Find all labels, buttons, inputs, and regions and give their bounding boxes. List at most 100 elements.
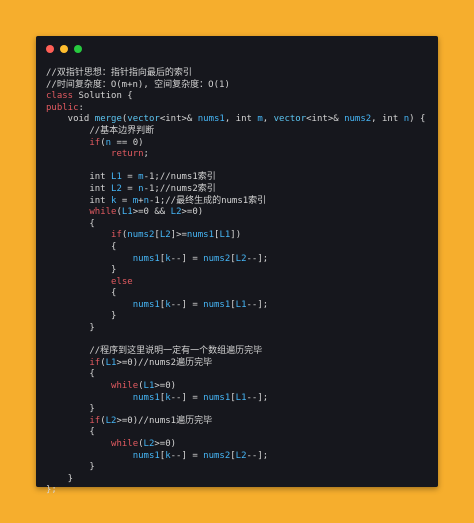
code-token: while [89,207,117,218]
code-token: else [111,276,133,287]
code-token: --] = [170,253,204,264]
code-token: ; [143,149,149,160]
code-token: { [46,427,95,438]
close-button[interactable] [46,45,54,53]
minimize-button[interactable] [60,45,68,53]
code-line: } [46,404,434,416]
code-token: if [89,357,101,368]
window-controls [46,45,82,53]
code-token: return [111,149,144,160]
code-token: nums1 [132,299,160,310]
code-token: , [262,114,274,125]
code-line: //时间复杂度：O(m+n), 空间复杂度：O(1) [46,80,434,92]
code-token: { [46,288,117,299]
code-line: } [46,311,434,323]
code-token: --]; [246,299,269,310]
code-token: L1 [121,207,133,218]
code-line: if(n == 0) [46,138,434,150]
code-line: { [46,288,434,300]
code-line: int L2 = n-1;//nums2索引 [46,184,434,196]
code-token: class [46,91,74,102]
code-token: void [46,114,95,125]
code-token: if [89,137,101,148]
code-token: nums1 [197,114,225,125]
code-token: == 0) [111,137,144,148]
code-token: -1;//nums1索引 [143,172,216,183]
code-token: ) { [409,114,426,125]
code-token: nums1 [132,450,160,461]
code-line: nums1[k--] = nums2[L2--]; [46,254,434,266]
code-token: if [111,230,122,241]
code-token: L2 [235,450,247,461]
code-line: if(nums2[L2]>=nums1[L1]) [46,230,434,242]
code-line: } [46,265,434,277]
code-window: //双指针思想：指针指向最后的索引 //时间复杂度：O(m+n), 空间复杂度：O… [36,36,438,495]
code-line: if(L1>=0)//nums2遍历完毕 [46,358,434,370]
code-token: int [46,183,112,194]
code-token: //程序到这里说明一定有一个数组遍历完毕 [46,346,263,357]
code-line: while(L1>=0) [46,381,434,393]
code-token: <int>& [159,114,198,125]
code-line: //双指针思想：指针指向最后的索引 [46,68,434,80]
code-token: L2 [105,415,117,426]
code-token: while [111,439,139,449]
code-token: { [46,369,95,380]
code-line: { [46,427,434,439]
code-token: ]>= [170,230,187,241]
maximize-button[interactable] [74,45,82,53]
code-line: class Solution { [46,91,434,103]
code-token: >=0)//nums1遍历完毕 [116,415,213,426]
code-token: int [46,172,112,183]
code-token: --]; [246,392,269,403]
code-line: int L1 = m-1;//nums1索引 [46,172,434,184]
code-line: nums1[k--] = nums1[L1--]; [46,393,434,405]
code-line: { [46,219,434,231]
code-token: --] = [170,299,204,310]
code-token: nums2 [127,230,155,241]
code-token: Solution { [73,91,133,102]
code-token: merge [94,114,122,125]
code-line: //程序到这里说明一定有一个数组遍历完毕 [46,346,434,358]
code-token: >=0)//nums2遍历完毕 [116,357,213,368]
code-line: void merge(vector<int>& nums1, int m, ve… [46,114,434,126]
code-token: --]; [246,253,269,264]
code-token: --] = [170,450,204,461]
code-token: L1 [235,392,247,403]
code-token: <int>& [306,114,345,125]
code-token: } [46,404,95,415]
code-token: L2 [159,230,171,241]
code-token: = [116,195,133,206]
code-token: L2 [143,439,155,449]
code-line: else [46,277,434,289]
code-token: } [46,473,74,484]
code-line: public: [46,103,434,115]
code-token: vector [273,114,307,125]
code-block: //双指针思想：指针指向最后的索引 //时间复杂度：O(m+n), 空间复杂度：O… [46,68,434,497]
code-line: { [46,369,434,381]
code-token: >=0) [181,207,204,218]
code-token: : [78,102,84,113]
code-token: nums1 [203,392,231,403]
code-token: if [89,415,101,426]
code-token: //双指针思想：指针指向最后的索引 [46,68,192,78]
code-token: }; [46,485,57,496]
code-line: } [46,462,434,474]
code-token: { [46,218,95,229]
code-token: --] = [170,392,204,403]
code-token: = [121,172,139,183]
code-token: int [46,195,112,206]
code-token: } [46,462,95,473]
code-token: L1 [111,172,122,183]
code-token: nums2 [203,450,231,461]
